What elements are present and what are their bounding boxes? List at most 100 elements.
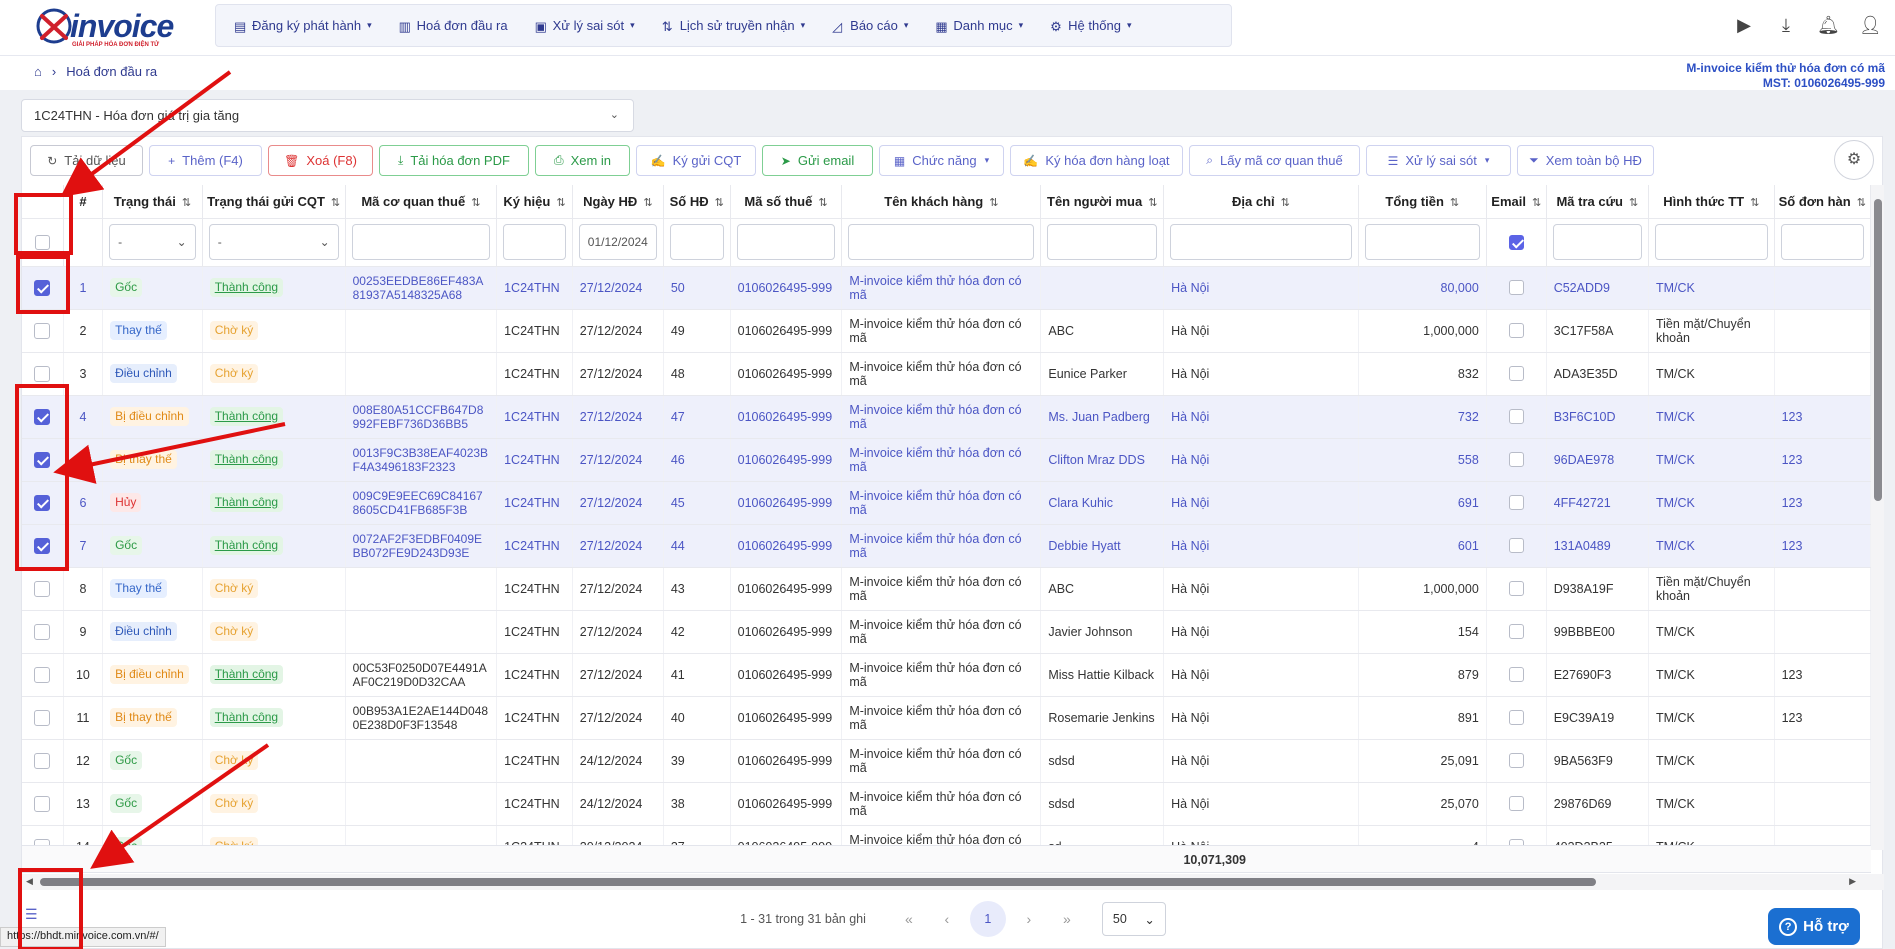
bell-icon[interactable]: 🔔︎ [1817, 14, 1840, 36]
menu-item-1[interactable]: ▥ Hoá đơn đầu ra [399, 18, 508, 34]
row-checkbox[interactable] [34, 666, 51, 683]
column-header-1[interactable]: # [63, 185, 104, 219]
email-checkbox[interactable] [1508, 495, 1524, 511]
cqt-status-badge[interactable]: Chờ ký [209, 364, 259, 383]
column-header-13[interactable]: Email ⇅ [1486, 185, 1547, 219]
sort-icon[interactable]: ⇅ [182, 197, 191, 209]
cqt-status-filter[interactable]: - ⌄ [208, 224, 339, 260]
row-checkbox[interactable] [34, 322, 51, 339]
tax-code-filter[interactable] [351, 224, 491, 260]
lookup-code-filter[interactable] [1552, 224, 1642, 260]
sort-icon[interactable]: ⇅ [1857, 197, 1866, 209]
toolbar-button-11[interactable]: ⏷ Xem toàn bộ HĐ [1517, 145, 1654, 176]
toolbar-button-7[interactable]: ▦ Chức năng ▾ [879, 145, 1004, 176]
payment-method-filter[interactable] [1654, 224, 1768, 260]
row-checkbox[interactable] [34, 408, 51, 425]
email-checkbox[interactable] [1508, 366, 1524, 382]
table-row[interactable]: 1 Gốc Thành công 00253EEDBE86EF483A81937A51… [22, 266, 1871, 310]
table-row[interactable]: 9 Điều chỉnh Chờ ký 1C24THN 27/12/2024 42 0106… [22, 610, 1871, 654]
prev-page-button[interactable]: ‹ [928, 911, 966, 927]
cqt-status-badge[interactable]: Chờ ký [209, 837, 259, 845]
app-logo[interactable]: invoice GIẢI PHÁP HÓA ĐƠN ĐIỆN TỬ [34, 6, 174, 50]
table-row[interactable]: 7 Gốc Thành công 0072AF2F3EDBF0409EBB072FE9… [22, 524, 1871, 568]
email-checkbox[interactable] [1508, 452, 1524, 468]
email-checkbox[interactable] [1508, 667, 1524, 683]
sort-icon[interactable]: ⇅ [556, 197, 565, 209]
breadcrumb-current[interactable]: Hoá đơn đầu ra [66, 64, 157, 79]
sort-icon[interactable]: ⇅ [1532, 197, 1541, 209]
toolbar-button-10[interactable]: ☰ Xử lý sai sót ▾ [1366, 145, 1511, 176]
column-header-0[interactable] [22, 185, 64, 219]
order-number-filter[interactable] [1780, 224, 1864, 260]
column-header-16[interactable]: Số đơn hàn ⇅ [1774, 185, 1871, 219]
row-checkbox[interactable] [34, 623, 51, 640]
email-checkbox[interactable] [1508, 796, 1524, 812]
sort-icon[interactable]: ⇅ [1281, 197, 1290, 209]
cqt-status-badge[interactable]: Thành công [209, 278, 284, 297]
scroll-right-icon[interactable]: ▶ [1849, 876, 1856, 887]
scroll-left-icon[interactable]: ◀ [26, 876, 33, 887]
column-header-8[interactable]: Mã số thuế ⇅ [730, 185, 843, 219]
table-row[interactable]: 4 Bị điều chỉnh Thành công 008E80A51CCFB647… [22, 395, 1871, 439]
sort-icon[interactable]: ⇅ [989, 197, 998, 209]
table-row[interactable]: 14 Gốc Chờ ký 1C24THN20/12/2024370106026495… [22, 825, 1871, 845]
email-checkbox[interactable] [1508, 624, 1524, 640]
download-icon[interactable]: ⤓ [1775, 14, 1797, 36]
toolbar-button-8[interactable]: ✍ Ký hóa đơn hàng loạt [1010, 145, 1183, 176]
row-checkbox[interactable] [34, 279, 51, 296]
next-page-button[interactable]: › [1010, 911, 1048, 927]
toolbar-button-5[interactable]: ✍ Ký gửi CQT [636, 145, 756, 176]
table-row[interactable]: 3 Điều chỉnh Chờ ký 1C24THN 27/12/2024 48 0106… [22, 352, 1871, 396]
email-checkbox[interactable] [1508, 710, 1524, 726]
invoice-series-select[interactable]: 1C24THN - Hóa đơn giá trị gia tăng ⌄ [21, 99, 634, 132]
column-header-12[interactable]: Tổng tiền ⇅ [1358, 185, 1487, 219]
sort-icon[interactable]: ⇅ [331, 197, 340, 209]
column-header-4[interactable]: Mã cơ quan thuế ⇅ [345, 185, 498, 219]
cqt-status-badge[interactable]: Chờ ký [209, 622, 259, 641]
email-checkbox[interactable] [1508, 409, 1524, 425]
column-header-3[interactable]: Trạng thái gửi CQT ⇅ [202, 185, 346, 219]
table-row[interactable]: 5 Bị thay thế Thành công 0013F9C3B38EAF4023… [22, 438, 1871, 482]
sort-icon[interactable]: ⇅ [1450, 197, 1459, 209]
list-icon[interactable]: ☰ [25, 906, 38, 923]
email-checkbox[interactable] [1508, 753, 1524, 769]
settings-button[interactable]: ⚙ [1834, 140, 1874, 180]
vertical-scrollbar[interactable] [1871, 185, 1884, 850]
toolbar-button-2[interactable]: 🗑 Xoá (F8) [268, 145, 373, 176]
table-row[interactable]: 10 Bị điều chỉnh Thành công 00C53F0250D07E4… [22, 653, 1871, 697]
column-header-6[interactable]: Ngày HĐ ⇅ [572, 185, 664, 219]
sort-icon[interactable]: ⇅ [471, 197, 480, 209]
toolbar-button-0[interactable]: ↻ Tải dữ liệu [30, 145, 143, 176]
row-checkbox[interactable] [34, 795, 51, 812]
cqt-status-badge[interactable]: Chờ ký [209, 321, 259, 340]
select-all-checkbox[interactable] [34, 234, 50, 250]
toolbar-button-3[interactable]: ⤓ Tải hóa đơn PDF [379, 145, 529, 176]
sort-icon[interactable]: ⇅ [1629, 197, 1638, 209]
toolbar-button-9[interactable]: ⌕ Lấy mã cơ quan thuế [1189, 145, 1360, 176]
menu-item-0[interactable]: ▤ Đăng ký phát hành ▾ [234, 18, 372, 34]
buyer-name-filter[interactable] [1047, 224, 1158, 260]
row-checkbox[interactable] [34, 365, 51, 382]
menu-item-4[interactable]: ◿ Báo cáo ▾ [832, 18, 908, 34]
sort-icon[interactable]: ⇅ [818, 197, 827, 209]
email-checkbox[interactable] [1508, 323, 1524, 339]
email-checkbox[interactable] [1508, 538, 1524, 554]
user-icon[interactable]: 👤︎ [1859, 14, 1882, 36]
row-checkbox[interactable] [34, 709, 51, 726]
cqt-status-badge[interactable]: Chờ ký [209, 794, 259, 813]
vertical-scroll-thumb[interactable] [1874, 199, 1882, 501]
cqt-status-badge[interactable]: Thành công [209, 665, 284, 684]
toolbar-button-6[interactable]: ➤ Gửi email [762, 145, 873, 176]
menu-item-6[interactable]: ⚙ Hệ thống ▾ [1050, 18, 1131, 34]
invoice-number-filter[interactable] [669, 224, 724, 260]
table-row[interactable]: 2 Thay thế Chờ ký 1C24THN 27/12/2024 49 010602… [22, 309, 1871, 353]
column-header-11[interactable]: Địa chỉ ⇅ [1163, 185, 1359, 219]
date-filter[interactable]: 01/12/2024 [578, 224, 657, 260]
toolbar-button-1[interactable]: + Thêm (F4) [149, 145, 262, 176]
table-row[interactable]: 6 Hủy Thành công 009C9E9EEC69C841678605CD41… [22, 481, 1871, 525]
email-checkbox[interactable] [1508, 280, 1524, 296]
table-row[interactable]: 13 Gốc Chờ ký 1C24THN 24/12/2024 38 0106026495… [22, 782, 1871, 826]
sort-icon[interactable]: ⇅ [715, 197, 724, 209]
table-row[interactable]: 8 Thay thế Chờ ký 1C24THN 27/12/2024 43 010602… [22, 567, 1871, 611]
column-header-2[interactable]: Trạng thái ⇅ [102, 185, 203, 219]
